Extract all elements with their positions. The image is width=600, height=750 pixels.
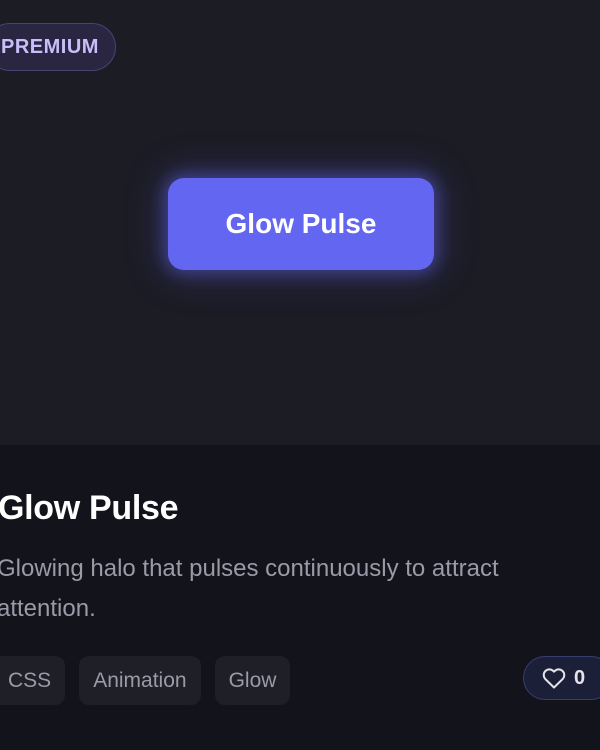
card-info: Glow Pulse Glowing halo that pulses cont… [0,445,600,750]
glow-pulse-demo-button[interactable]: Glow Pulse [168,178,434,270]
component-card: PREMIUM Glow Pulse Glow Pulse Glowing ha… [0,0,600,750]
tag-css[interactable]: CSS [0,656,66,705]
preview-area: PREMIUM Glow Pulse [0,0,600,445]
tag-glow[interactable]: Glow [214,656,291,705]
heart-icon [542,667,566,689]
card-description: Glowing halo that pulses continuously to… [0,555,499,622]
card-title: Glow Pulse [0,489,179,527]
like-count: 0 [574,666,586,689]
like-button[interactable]: 0 [523,656,600,700]
tag-animation[interactable]: Animation [79,656,201,705]
premium-badge: PREMIUM [0,23,116,71]
tag-list: CSS Animation Glow [0,656,291,705]
